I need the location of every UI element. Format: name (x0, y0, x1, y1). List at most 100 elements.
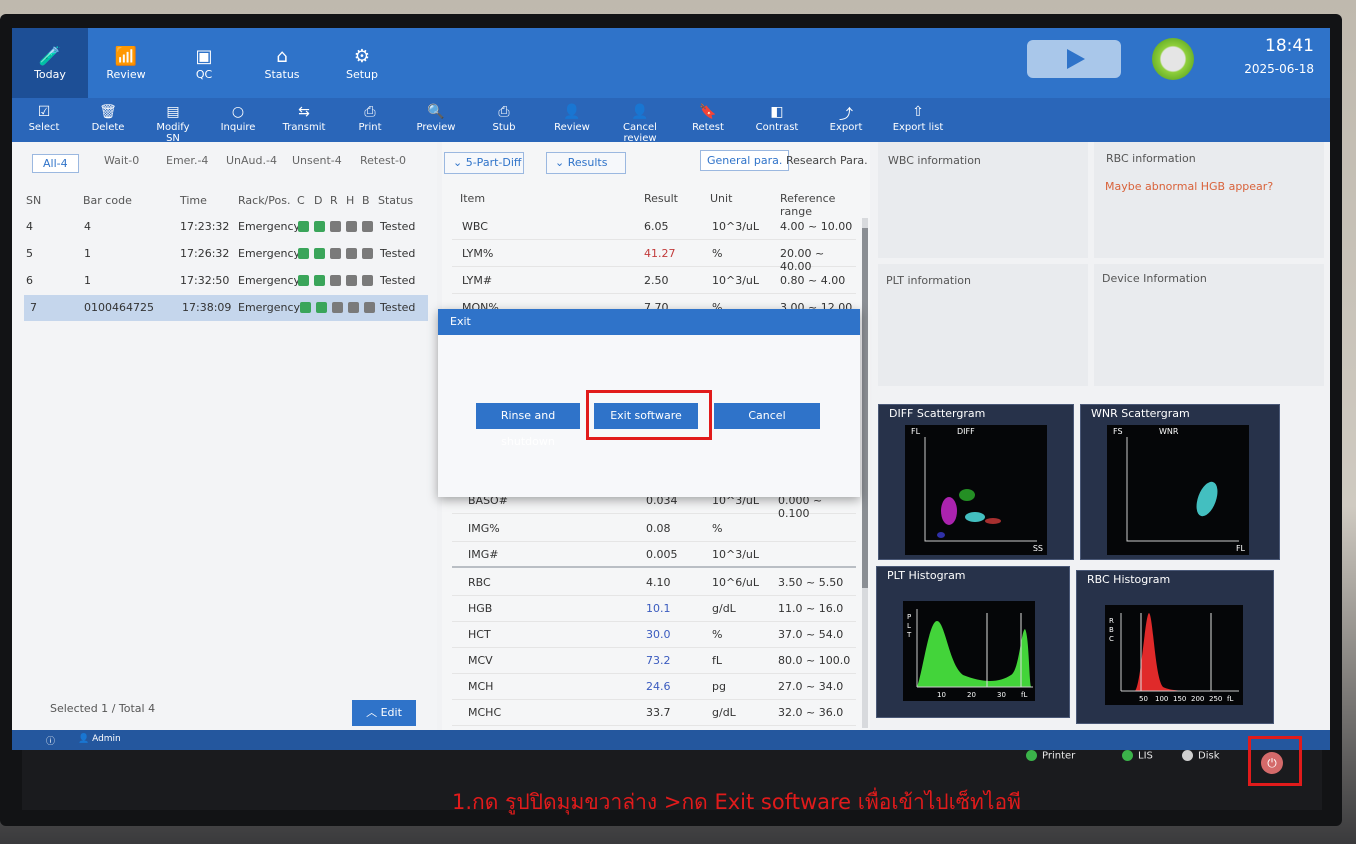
user-icon: 👤 (78, 734, 93, 744)
table-row[interactable]: 5 1 17:26:32 Emergency Tested (24, 241, 428, 267)
clock: 18:41 2025-06-18 (1244, 36, 1314, 76)
tab-research-para[interactable]: Research Para. (786, 154, 868, 167)
result-row: HGB 10.1 g/dL 11.0 ~ 16.0 (452, 596, 856, 622)
chevron-up-icon: ︿ (366, 706, 381, 719)
disk-status: Disk (1182, 750, 1219, 762)
tab-review[interactable]: 📶 Review (88, 28, 164, 100)
flag-d-checkbox (314, 221, 325, 232)
result-row: LYM# 2.50 10^3/uL 0.80 ~ 4.00 (452, 268, 856, 294)
filter-wait[interactable]: Wait-0 (104, 154, 139, 167)
user-check-icon: 👤 (563, 104, 581, 120)
review-button[interactable]: 👤 Review (552, 98, 592, 142)
transmit-button[interactable]: ⇆ Transmit (280, 98, 328, 142)
result-row: IMG# 0.005 10^3/uL (452, 542, 856, 568)
plt-info-title: PLT information (886, 274, 971, 287)
tab-general-para[interactable]: General para. (700, 150, 790, 171)
home-icon: ⌂ (276, 46, 288, 67)
chevron-down-icon: ⌄ (555, 156, 568, 169)
cell-time: 17:32:50 (180, 274, 230, 287)
cell-status: Tested (380, 247, 416, 260)
tab-status[interactable]: ⌂ Status (244, 28, 320, 100)
tab-today[interactable]: 🧪 Today (12, 28, 88, 100)
cell-rack: Emergency (238, 220, 301, 233)
filter-unaudited[interactable]: UnAud.-4 (226, 154, 277, 167)
diff-scattergram-title: DIFF Scattergram (889, 407, 986, 420)
status-lamp (1152, 38, 1194, 80)
edit-button[interactable]: ︿ Edit (352, 700, 416, 726)
diff-plot: FL DIFF SS (905, 425, 1047, 555)
modify-sn-button[interactable]: ▤ Modify SN (148, 98, 198, 144)
info-icon[interactable]: ⓘ (46, 734, 55, 747)
results-scrollbar[interactable] (862, 218, 868, 728)
monitor-icon: ▣ (195, 46, 213, 67)
rbc-plot: R B C 50 100 150 200 250 fL (1105, 605, 1243, 705)
flask-icon: 🧪 (38, 46, 62, 67)
result-row: HCT 30.0% 37.0 ~ 54.0 (452, 622, 856, 648)
user-indicator: 👤 Admin (78, 734, 121, 744)
trash-icon: 🗑 (99, 104, 117, 120)
retest-button[interactable]: 🔖 Retest (690, 98, 726, 142)
transfer-icon: ⇆ (298, 104, 310, 120)
cell-sn: 5 (26, 247, 33, 260)
bar-chart-icon: 📶 (114, 46, 138, 67)
rbc-info-title: RBC information (1106, 152, 1196, 165)
col-item: Item (460, 192, 486, 205)
flag-b-checkbox (362, 248, 373, 259)
cell-status: Tested (380, 220, 416, 233)
tab-qc[interactable]: ▣ QC (166, 28, 242, 100)
chevron-down-icon: ⌄ (453, 156, 466, 169)
table-row-selected[interactable]: 7 0100464725 17:38:09 Emergency Tested (24, 295, 428, 321)
bookmark-icon: 🔖 (699, 104, 717, 120)
plt-histogram: PLT Histogram P L T 10 20 30 fL (876, 566, 1070, 718)
diff-mode-dropdown[interactable]: ⌄ 5-Part-Diff (444, 152, 524, 174)
export-button[interactable]: ⤴ Export (826, 98, 866, 142)
cell-status: Tested (380, 274, 416, 287)
scrollbar-thumb[interactable] (862, 228, 868, 588)
export-list-button[interactable]: ⇧ Export list (890, 98, 946, 142)
preview-icon: 🔍 (427, 104, 445, 120)
printer-icon: ⎙ (498, 104, 510, 120)
lis-status-dot (1122, 750, 1133, 761)
cell-rack: Emergency (238, 301, 301, 314)
flag-h-checkbox (346, 221, 357, 232)
rinse-and-shutdown-button[interactable]: Rinse and shutdown (476, 403, 580, 448)
filter-unsent[interactable]: Unsent-4 (292, 154, 342, 167)
start-run-button[interactable] (1027, 40, 1121, 78)
tab-setup[interactable]: ⚙ Setup (324, 28, 400, 100)
contrast-button[interactable]: ◧ Contrast (752, 98, 802, 142)
delete-button[interactable]: 🗑 Delete (88, 98, 128, 142)
table-row[interactable]: 6 1 17:32:50 Emergency Tested (24, 268, 428, 294)
gear-icon: ⚙ (353, 46, 371, 67)
cell-barcode: 1 (84, 247, 91, 260)
top-bar: 🧪 Today 📶 Review ▣ QC ⌂ Status ⚙ Setup 18:41 … (12, 28, 1330, 100)
filter-emergency[interactable]: Emer.-4 (166, 154, 208, 167)
select-icon: ☑ (37, 104, 51, 120)
flag-r-checkbox (330, 248, 341, 259)
filter-retest[interactable]: Retest-0 (360, 154, 406, 167)
cell-rack: Emergency (238, 247, 301, 260)
col-h: H (346, 194, 355, 207)
edit-sn-icon: ▤ (166, 104, 180, 120)
cancel-review-button[interactable]: 👤 Cancel review (606, 98, 674, 144)
lis-status: LIS (1122, 750, 1153, 762)
result-row: RBC 4.10 10^6/uL 3.50 ~ 5.50 (452, 570, 856, 596)
preview-button[interactable]: 🔍 Preview (414, 98, 458, 142)
col-r: R (330, 194, 338, 207)
cancel-button[interactable]: Cancel (714, 403, 820, 429)
results-view-dropdown[interactable]: ⌄ Results (546, 152, 626, 174)
filter-all[interactable]: All-4 (32, 154, 79, 173)
export-icon: ⤴ (839, 107, 853, 123)
cell-barcode: 4 (84, 220, 91, 233)
table-row[interactable]: 4 4 17:23:32 Emergency Tested (24, 214, 428, 240)
flag-c-checkbox (298, 221, 309, 232)
select-button[interactable]: ☑ Select (24, 98, 64, 142)
stub-button[interactable]: ⎙ Stub (486, 98, 522, 142)
col-unit: Unit (710, 192, 733, 205)
app-screen: 🧪 Today 📶 Review ▣ QC ⌂ Status ⚙ Setup 18:41 … (12, 28, 1330, 750)
cell-sn: 6 (26, 274, 33, 287)
print-button[interactable]: ⎙ Print (350, 98, 390, 142)
flag-d-checkbox (314, 275, 325, 286)
cell-barcode: 1 (84, 274, 91, 287)
col-b: B (362, 194, 370, 207)
inquire-button[interactable]: ○ Inquire (218, 98, 258, 142)
